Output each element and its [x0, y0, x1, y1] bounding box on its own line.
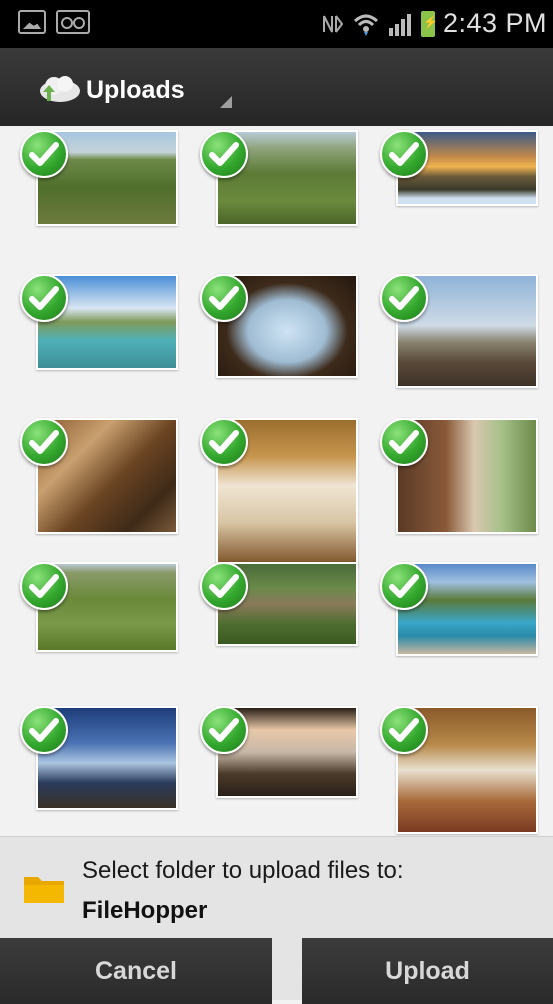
nfc-icon — [321, 14, 345, 34]
checkmark-icon[interactable] — [200, 130, 248, 178]
photo-item[interactable] — [380, 562, 538, 700]
checkmark-icon[interactable] — [200, 562, 248, 610]
page-title: Uploads — [86, 76, 185, 104]
photo-item[interactable] — [200, 562, 358, 700]
status-right-icons: 2:43 PM — [321, 8, 547, 39]
photo-item[interactable] — [380, 274, 538, 412]
battery-charging-icon — [420, 10, 438, 37]
checkmark-icon[interactable] — [20, 706, 68, 754]
dropdown-indicator-icon[interactable] — [220, 96, 232, 108]
voicemail-icon — [56, 10, 90, 34]
checkmark-icon[interactable] — [200, 706, 248, 754]
photo-item[interactable] — [20, 130, 178, 268]
upload-button[interactable]: Upload — [302, 938, 553, 1004]
checkmark-icon[interactable] — [200, 274, 248, 322]
folder-name[interactable]: FileHopper — [82, 897, 207, 925]
cancel-button[interactable]: Cancel — [0, 938, 272, 1004]
checkmark-icon[interactable] — [380, 274, 428, 322]
photo-item[interactable] — [20, 274, 178, 412]
checkmark-icon[interactable] — [200, 418, 248, 466]
photo-item[interactable] — [380, 706, 538, 836]
action-bar[interactable]: Uploads — [0, 48, 553, 126]
photo-item[interactable] — [380, 130, 538, 268]
photo-item[interactable] — [200, 706, 358, 836]
photo-item[interactable] — [200, 274, 358, 412]
checkmark-icon[interactable] — [380, 130, 428, 178]
photo-item[interactable] — [20, 706, 178, 836]
cloud-upload-icon — [40, 76, 80, 102]
photo-item[interactable] — [20, 562, 178, 700]
checkmark-icon[interactable] — [380, 418, 428, 466]
checkmark-icon[interactable] — [20, 274, 68, 322]
photo-item[interactable] — [200, 130, 358, 268]
checkmark-icon[interactable] — [380, 706, 428, 754]
folder-icon — [24, 877, 64, 903]
checkmark-icon[interactable] — [20, 562, 68, 610]
status-left-icons — [18, 10, 90, 34]
photo-grid[interactable] — [0, 126, 553, 836]
checkmark-icon[interactable] — [20, 418, 68, 466]
checkmark-icon[interactable] — [20, 130, 68, 178]
status-bar: 2:43 PM — [0, 0, 553, 48]
photo-item[interactable] — [20, 418, 178, 556]
gallery-icon — [18, 10, 46, 34]
status-time: 2:43 PM — [442, 8, 547, 38]
wifi-icon — [353, 12, 379, 36]
folder-prompt-label: Select folder to upload files to: — [82, 857, 404, 884]
photo-item[interactable] — [380, 418, 538, 556]
photo-item[interactable] — [200, 418, 358, 568]
signal-icon — [387, 12, 413, 36]
folder-selector[interactable]: Select folder to upload files to: FileHo… — [0, 836, 553, 937]
button-bar: Cancel Upload — [0, 936, 553, 1004]
checkmark-icon[interactable] — [380, 562, 428, 610]
